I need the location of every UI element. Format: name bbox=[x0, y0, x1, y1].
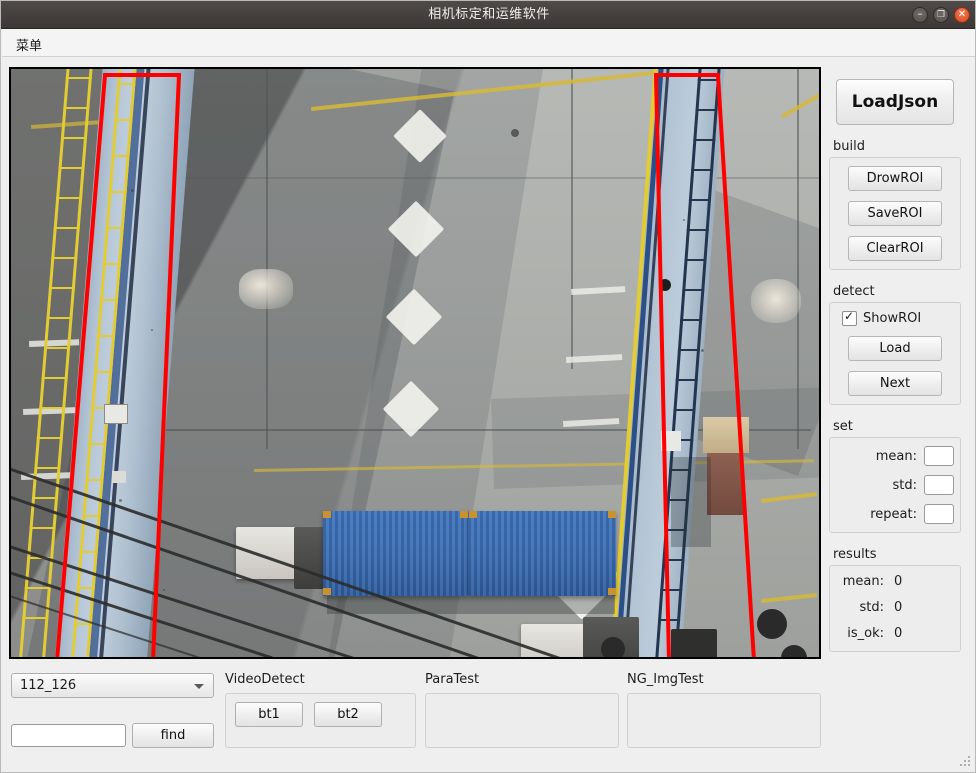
result-isok-label: is_ok: bbox=[847, 626, 884, 641]
cargo-crate bbox=[703, 417, 749, 453]
dataset-combobox[interactable]: 112_126 bbox=[11, 673, 214, 698]
set-group: mean: std: repeat: bbox=[829, 437, 961, 533]
bt2-button[interactable]: bt2 bbox=[314, 702, 382, 727]
ng-img-test-group bbox=[627, 693, 821, 748]
para-test-label: ParaTest bbox=[425, 672, 480, 687]
set-mean-row: mean: bbox=[836, 446, 954, 466]
result-mean-row: mean: 0 bbox=[836, 574, 954, 589]
menu-item-menu[interactable]: 菜单 bbox=[10, 33, 48, 56]
find-button[interactable]: find bbox=[132, 723, 214, 748]
window-controls: – ❐ ✕ bbox=[912, 7, 970, 23]
result-isok-value: 0 bbox=[894, 626, 903, 641]
tyre bbox=[757, 609, 787, 639]
cargo-crate bbox=[707, 453, 743, 515]
build-group: DrowROI SaveROI ClearROI bbox=[829, 157, 961, 270]
result-mean-label: mean: bbox=[842, 574, 884, 589]
result-isok-row: is_ok: 0 bbox=[836, 626, 954, 641]
result-std-label: std: bbox=[859, 600, 884, 615]
rail-equipment-box bbox=[112, 471, 126, 483]
set-std-input[interactable] bbox=[924, 475, 954, 495]
set-repeat-label: repeat: bbox=[870, 506, 917, 522]
draw-roi-button[interactable]: DrowROI bbox=[848, 166, 942, 191]
slab-joint bbox=[181, 177, 819, 179]
para-test-group bbox=[425, 693, 619, 748]
clear-roi-button[interactable]: ClearROI bbox=[848, 236, 942, 261]
set-repeat-input[interactable] bbox=[924, 504, 954, 524]
container-shadow bbox=[327, 596, 615, 614]
slab-joint bbox=[266, 69, 268, 449]
truck-cab bbox=[236, 527, 298, 579]
checkbox-check-icon bbox=[842, 309, 857, 326]
set-group-label: set bbox=[833, 419, 853, 434]
close-icon: ✕ bbox=[957, 9, 967, 20]
load-json-button[interactable]: LoadJson bbox=[836, 79, 954, 125]
set-std-label: std: bbox=[892, 477, 917, 493]
results-group: mean: 0 std: 0 is_ok: 0 bbox=[829, 565, 961, 652]
minimize-icon: – bbox=[917, 7, 923, 20]
truck-chassis bbox=[294, 527, 324, 589]
chevron-down-icon bbox=[194, 684, 204, 689]
load-button[interactable]: Load bbox=[848, 336, 942, 361]
concrete-patch bbox=[239, 269, 293, 309]
slab-joint bbox=[571, 69, 573, 369]
ng-img-test-label: NG_ImgTest bbox=[627, 672, 704, 687]
title-bar: 相机标定和运维软件 – ❐ ✕ bbox=[1, 1, 975, 29]
minimize-button[interactable]: – bbox=[912, 7, 928, 23]
video-detect-label: VideoDetect bbox=[225, 672, 305, 687]
detect-group: ShowROI Load Next bbox=[829, 302, 961, 405]
maximize-icon: ❐ bbox=[936, 10, 946, 20]
save-roi-button[interactable]: SaveROI bbox=[848, 201, 942, 226]
detect-group-label: detect bbox=[833, 284, 875, 299]
dataset-combobox-value: 112_126 bbox=[20, 678, 77, 693]
show-roi-label: ShowROI bbox=[863, 311, 922, 326]
container-corner bbox=[323, 511, 331, 518]
image-viewport[interactable] bbox=[9, 67, 821, 659]
show-roi-checkbox[interactable]: ShowROI bbox=[842, 309, 954, 326]
build-group-label: build bbox=[833, 139, 865, 154]
resize-grip[interactable] bbox=[958, 756, 971, 769]
menu-bar: 菜单 bbox=[2, 29, 975, 57]
video-detect-group: bt1 bt2 bbox=[225, 693, 416, 748]
machinery-frame bbox=[671, 629, 717, 657]
concrete-patch bbox=[751, 279, 801, 323]
close-button[interactable]: ✕ bbox=[954, 7, 970, 23]
result-std-value: 0 bbox=[894, 600, 903, 615]
rail-equipment-box bbox=[104, 404, 128, 424]
bt1-button[interactable]: bt1 bbox=[235, 702, 303, 727]
container-corner bbox=[608, 588, 616, 595]
rail-equipment-box bbox=[661, 431, 681, 451]
result-std-row: std: 0 bbox=[836, 600, 954, 615]
result-mean-value: 0 bbox=[894, 574, 903, 589]
results-group-label: results bbox=[833, 547, 877, 562]
control-sidebar: LoadJson build DrowROI SaveROI ClearROI … bbox=[829, 67, 961, 652]
window-title: 相机标定和运维软件 bbox=[428, 7, 550, 22]
find-input[interactable] bbox=[11, 724, 126, 747]
set-mean-input[interactable] bbox=[924, 446, 954, 466]
tyre bbox=[601, 637, 625, 657]
set-repeat-row: repeat: bbox=[836, 504, 954, 524]
slab-joint bbox=[797, 69, 799, 449]
container-corner bbox=[469, 511, 477, 518]
next-button[interactable]: Next bbox=[848, 371, 942, 396]
container-corner bbox=[323, 588, 331, 595]
container-corner bbox=[460, 511, 468, 518]
camera-image bbox=[11, 69, 819, 657]
set-mean-label: mean: bbox=[875, 448, 917, 464]
cargo-shadow bbox=[671, 457, 711, 547]
container-corner bbox=[608, 511, 616, 518]
rail-equipment-box bbox=[659, 279, 671, 291]
application-window: 相机标定和运维软件 – ❐ ✕ 菜单 LoadJson build DrowRO… bbox=[0, 0, 976, 773]
container-blue bbox=[468, 511, 616, 596]
set-std-row: std: bbox=[836, 475, 954, 495]
maximize-button[interactable]: ❐ bbox=[933, 7, 949, 23]
